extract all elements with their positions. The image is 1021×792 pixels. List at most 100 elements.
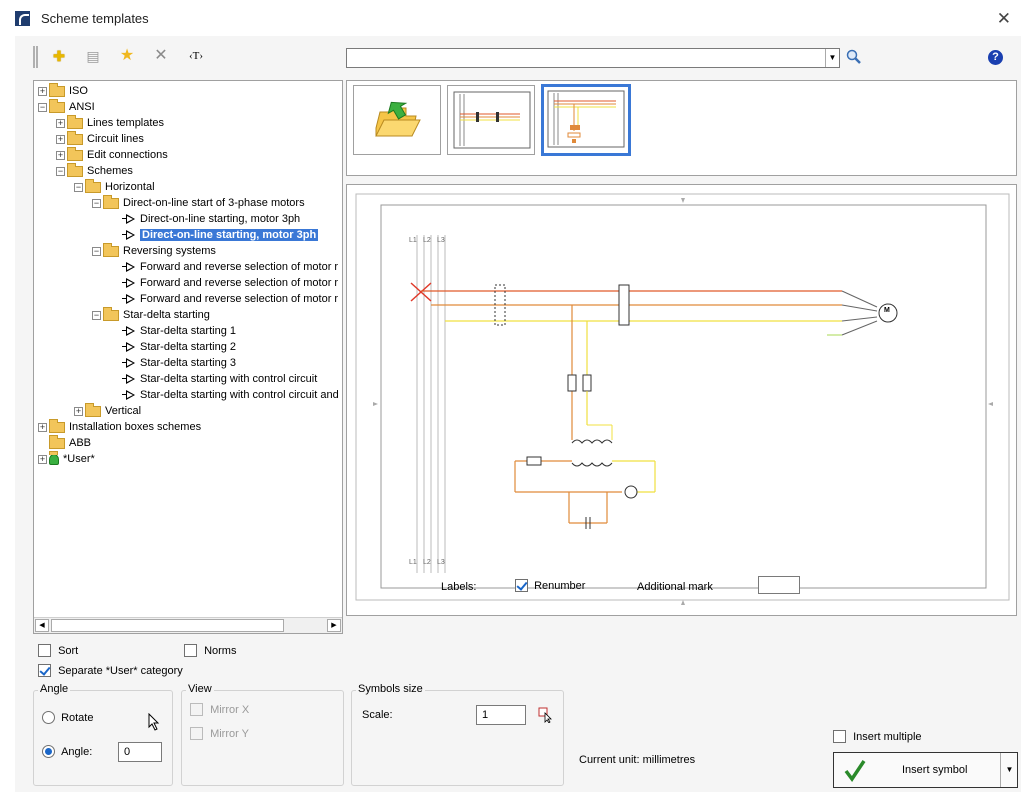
rail-label-bottom-1: L1	[409, 559, 417, 566]
tree-item[interactable]: Forward and reverse selection of motor r	[110, 291, 338, 307]
rotate-radio[interactable]: Rotate	[42, 711, 93, 724]
checkbox-unchecked-icon[interactable]	[184, 644, 197, 657]
tree-item[interactable]: + Vertical	[74, 402, 141, 419]
close-icon[interactable]: ✕	[997, 9, 1011, 29]
tree-rows: + ISO − ANSI + Lines templates + Circuit lines +…	[34, 81, 342, 616]
checkbox-disabled-icon[interactable]	[190, 703, 203, 716]
radio-checked-icon[interactable]	[42, 745, 55, 758]
sort-checkbox[interactable]: Sort	[38, 644, 78, 657]
search-icon[interactable]	[846, 49, 862, 65]
view-group-title: View	[186, 683, 214, 695]
expand-icon[interactable]: +	[38, 86, 47, 96]
expand-icon[interactable]: +	[56, 150, 65, 160]
collapse-icon[interactable]: −	[92, 310, 101, 320]
scheme-diagram	[355, 193, 1010, 605]
properties-icon[interactable]: ▤	[84, 47, 102, 65]
scheme-symbol-icon	[121, 277, 137, 289]
scroll-right-icon[interactable]: ▶	[327, 619, 341, 632]
tree-item[interactable]: Star-delta starting with control circuit…	[110, 387, 339, 403]
separate-user-checkbox[interactable]: Separate *User* category	[38, 664, 183, 677]
tree-item[interactable]: + ISO	[38, 82, 88, 99]
radio-unchecked-icon[interactable]	[42, 711, 55, 724]
text-icon[interactable]: ‹T›	[184, 47, 208, 65]
mirror-y-checkbox[interactable]: Mirror Y	[190, 727, 249, 740]
mirror-x-checkbox[interactable]: Mirror X	[190, 703, 249, 716]
tree-item-label: Star-delta starting 1	[140, 325, 236, 337]
thumbnail-scheme-1[interactable]	[447, 85, 535, 155]
collapse-icon[interactable]: −	[56, 166, 65, 176]
checkbox-unchecked-icon[interactable]	[38, 644, 51, 657]
angle-radio[interactable]: Angle:	[42, 745, 92, 758]
pick-scale-icon[interactable]	[538, 707, 554, 723]
checkbox-checked-icon[interactable]	[38, 664, 51, 677]
tree-item-label: Forward and reverse selection of motor r	[140, 293, 339, 305]
tree-item[interactable]: + Circuit lines	[56, 130, 144, 147]
tree-item[interactable]: Direct-on-line starting, motor 3ph	[110, 211, 300, 227]
tree-item[interactable]: − Star-delta starting	[92, 306, 210, 323]
thumbnail-scheme-2-selected[interactable]	[541, 84, 631, 156]
insert-symbol-button[interactable]: Insert symbol ▼	[833, 752, 1018, 788]
tree-item-label: Direct-on-line start of 3-phase motors	[123, 197, 305, 209]
scheme-symbol-icon	[121, 293, 137, 305]
add-icon[interactable]: ✚	[50, 47, 68, 65]
help-icon[interactable]: ?	[988, 50, 1003, 65]
tree-item[interactable]: Star-delta starting with control circuit	[110, 371, 317, 387]
toolbar-grip-icon[interactable]	[33, 46, 38, 68]
scale-input[interactable]: 1	[476, 705, 526, 725]
collapse-icon[interactable]: −	[92, 198, 101, 208]
tree-item[interactable]: − Schemes	[56, 162, 133, 179]
collapse-icon[interactable]: −	[92, 246, 101, 256]
view-group: View Mirror X Mirror Y	[181, 683, 344, 786]
checkbox-checked-icon[interactable]	[515, 579, 528, 592]
insert-multiple-checkbox[interactable]: Insert multiple	[833, 730, 922, 743]
tree-item[interactable]: + Installation boxes schemes	[38, 418, 201, 435]
tree-item[interactable]: Direct-on-line starting, motor 3ph	[110, 227, 319, 243]
tree-item[interactable]: Star-delta starting 3	[110, 355, 236, 371]
separate-user-label: Separate *User* category	[58, 664, 183, 677]
collapse-icon[interactable]: −	[74, 182, 83, 192]
scheme-symbol-icon	[121, 229, 137, 241]
chevron-down-icon[interactable]: ▼	[825, 49, 839, 67]
tree-item-label: Edit connections	[87, 149, 168, 161]
tree-item[interactable]: ABB	[38, 434, 91, 451]
scroll-left-icon[interactable]: ◀	[35, 619, 49, 632]
tree-item[interactable]: + Edit connections	[56, 146, 168, 163]
additional-mark-input[interactable]	[758, 576, 800, 594]
tree-item[interactable]: Forward and reverse selection of motor r	[110, 259, 338, 275]
tree-item[interactable]: Forward and reverse selection of motor r	[110, 275, 338, 291]
chevron-down-icon[interactable]: ▼	[1000, 753, 1018, 787]
category-tree[interactable]: + ISO − ANSI + Lines templates + Circuit lines +…	[33, 80, 343, 634]
window-title: Scheme templates	[41, 11, 149, 26]
expand-icon[interactable]: +	[74, 406, 83, 416]
expand-icon[interactable]: +	[56, 134, 65, 144]
favorite-star-icon[interactable]: ★	[118, 47, 136, 65]
tree-item[interactable]: + Lines templates	[56, 114, 164, 131]
expand-icon[interactable]: +	[38, 422, 47, 432]
tree-item[interactable]: − Horizontal	[74, 178, 155, 195]
insert-multiple-label: Insert multiple	[853, 730, 922, 743]
angle-input[interactable]: 0	[118, 742, 162, 762]
tree-hscrollbar[interactable]: ◀ ▶	[34, 617, 342, 633]
scroll-thumb[interactable]	[51, 619, 284, 632]
tree-item[interactable]: Star-delta starting 2	[110, 339, 236, 355]
expand-icon[interactable]: +	[38, 454, 47, 464]
cursor-pointer-icon	[148, 713, 160, 731]
norms-checkbox[interactable]: Norms	[184, 644, 236, 657]
delete-icon[interactable]: ✕	[152, 47, 170, 65]
tree-item[interactable]: + *User*	[38, 450, 95, 467]
tree-item-label: Star-delta starting 3	[140, 357, 236, 369]
renumber-checkbox[interactable]: Renumber	[515, 579, 585, 592]
checkmark-icon	[844, 760, 866, 783]
collapse-icon[interactable]: −	[38, 102, 47, 112]
additional-mark-label: Additional mark	[637, 581, 713, 593]
thumbnail-open-folder[interactable]	[353, 85, 441, 155]
tree-item[interactable]: − Direct-on-line start of 3-phase motors	[92, 194, 305, 211]
checkbox-unchecked-icon[interactable]	[833, 730, 846, 743]
tree-item[interactable]: − Reversing systems	[92, 242, 216, 259]
tree-item-label: Star-delta starting	[123, 309, 210, 321]
checkbox-disabled-icon[interactable]	[190, 727, 203, 740]
expand-icon[interactable]: +	[56, 118, 65, 128]
tree-item[interactable]: Star-delta starting 1	[110, 323, 236, 339]
tree-item[interactable]: − ANSI	[38, 98, 95, 115]
search-combo[interactable]: ▼	[346, 48, 840, 68]
